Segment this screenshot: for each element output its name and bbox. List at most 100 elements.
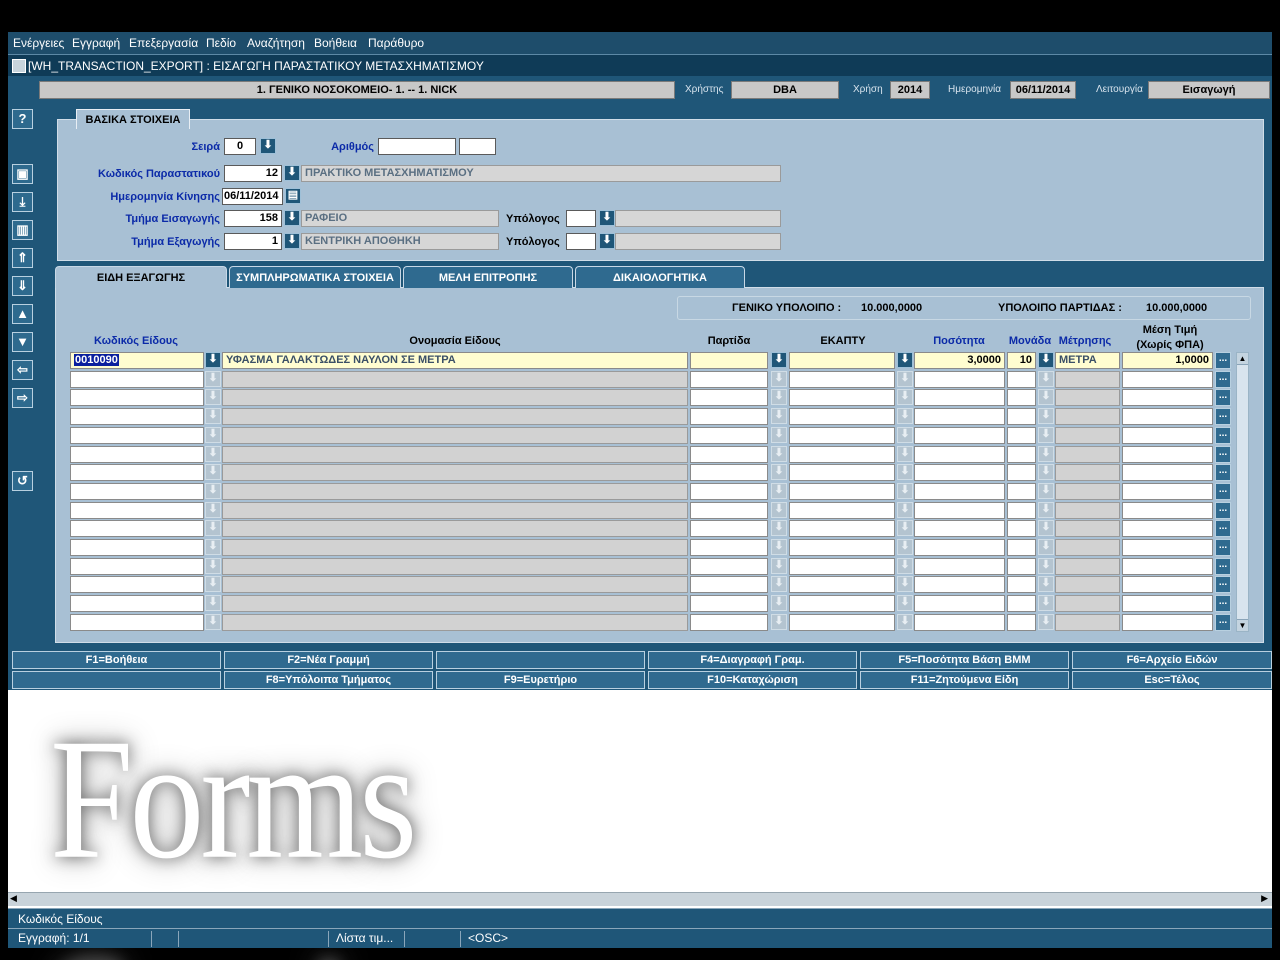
row-ekapty-cell[interactable] [789,501,895,519]
row-price-cell[interactable] [1122,557,1213,575]
import-dept-field[interactable]: 158 [224,210,282,227]
row-price-cell[interactable] [1122,501,1213,519]
row-ekapty-lov-button[interactable]: ⬇ [897,576,913,593]
row-ekapty-cell[interactable] [789,370,895,388]
row-qty-cell[interactable]: 3,0000 [914,352,1005,369]
row-code-cell[interactable] [70,557,204,575]
row-code-cell[interactable] [70,445,204,463]
row-ekapty-lov-button[interactable]: ⬇ [897,557,913,574]
row-code-lov-button[interactable]: ⬇ [205,501,221,518]
row-more-button[interactable]: ... [1215,352,1231,369]
horizontal-scrollbar[interactable]: ◀ ▶ [8,892,1272,906]
row-unit-lov-button[interactable]: ⬇ [1038,557,1054,574]
row-qty-cell[interactable] [914,595,1005,613]
row-unit-lov-button[interactable]: ⬇ [1038,445,1054,462]
row-ekapty-lov-button[interactable]: ⬇ [897,389,913,406]
row-code-cell[interactable] [70,520,204,538]
row-ekapty-lov-button[interactable]: ⬇ [897,539,913,555]
row-batch-cell[interactable] [690,595,768,613]
row-code-lov-button[interactable]: ⬇ [205,576,221,593]
tab-documents[interactable]: ΔΙΚΑΙΟΛΟΓΗΤΙΚΑ [575,266,745,288]
row-more-button[interactable]: ... [1215,464,1231,482]
row-more-button[interactable]: ... [1215,557,1231,575]
row-price-cell[interactable] [1122,389,1213,407]
row-batch-lov-button[interactable]: ⬇ [771,520,787,537]
calendar-button[interactable]: ▤ [285,188,301,204]
row-unit-code-cell[interactable] [1007,557,1036,575]
row-qty-cell[interactable] [914,389,1005,407]
row-batch-cell[interactable] [690,426,768,444]
row-batch-lov-button[interactable]: ⬇ [771,539,787,555]
scroll-right-icon[interactable]: ▶ [1261,893,1268,904]
row-code-lov-button[interactable]: ⬇ [205,408,221,425]
row-more-button[interactable]: ... [1215,613,1231,631]
row-batch-cell[interactable] [690,557,768,575]
row-code-cell[interactable] [70,370,204,388]
row-ekapty-lov-button[interactable]: ⬇ [897,464,913,481]
row-ekapty-lov-button[interactable]: ⬇ [897,408,913,425]
row-batch-lov-button[interactable]: ⬇ [771,426,787,443]
import-responsible-field[interactable] [566,210,596,227]
menu-edit[interactable]: Επεξεργασία [129,36,198,50]
row-more-button[interactable]: ... [1215,408,1231,426]
menu-window[interactable]: Παράθυρο [368,36,424,50]
series-lov-button[interactable]: ⬇ [260,138,276,154]
row-unit-lov-button[interactable]: ⬇ [1038,576,1054,593]
menu-field[interactable]: Πεδίο [206,36,236,50]
row-batch-cell[interactable] [690,408,768,426]
row-ekapty-cell[interactable] [789,520,895,538]
row-batch-cell[interactable] [690,613,768,631]
last-record-button[interactable]: ⇓ [12,276,33,296]
row-batch-lov-button[interactable]: ⬇ [771,501,787,518]
row-unit-code-cell[interactable] [1007,595,1036,613]
row-unit-code-cell[interactable] [1007,613,1036,631]
number-field[interactable] [378,138,456,155]
row-code-lov-button[interactable]: ⬇ [205,595,221,612]
fkey-f2[interactable]: F2=Νέα Γραμμή [224,651,433,669]
row-unit-code-cell[interactable] [1007,501,1036,519]
row-code-lov-button[interactable]: ⬇ [205,370,221,387]
doc-code-lov-button[interactable]: ⬇ [284,165,300,181]
tab-committee[interactable]: ΜΕΛΗ ΕΠΙΤΡΟΠΗΣ [403,266,573,288]
fkey-f4[interactable]: F4=Διαγραφή Γραμ. [648,651,857,669]
row-unit-lov-button[interactable]: ⬇ [1038,408,1054,425]
row-price-cell[interactable] [1122,445,1213,463]
row-batch-lov-button[interactable]: ⬇ [771,408,787,425]
row-code-cell[interactable] [70,482,204,500]
row-code-lov-button[interactable]: ⬇ [205,389,221,406]
row-ekapty-cell[interactable] [789,464,895,482]
fkey-f1[interactable]: F1=Βοήθεια [12,651,221,669]
row-ekapty-cell[interactable] [789,539,895,556]
row-code-cell[interactable] [70,576,204,594]
row-qty-cell[interactable] [914,482,1005,500]
row-batch-cell[interactable] [690,539,768,556]
row-batch-cell[interactable] [690,445,768,463]
row-price-cell[interactable] [1122,613,1213,631]
row-more-button[interactable]: ... [1215,501,1231,519]
row-ekapty-cell[interactable] [789,557,895,575]
row-ekapty-lov-button[interactable]: ⬇ [897,352,913,368]
row-qty-cell[interactable] [914,464,1005,482]
row-unit-lov-button[interactable]: ⬇ [1038,501,1054,518]
fkey-f8[interactable]: F8=Υπόλοιπα Τμήματος [224,671,433,689]
row-batch-cell[interactable] [690,389,768,407]
menu-help[interactable]: Βοήθεια [314,36,357,50]
row-qty-cell[interactable] [914,370,1005,388]
row-code-lov-button[interactable]: ⬇ [205,520,221,537]
row-unit-lov-button[interactable]: ⬇ [1038,520,1054,537]
tab-supplementary[interactable]: ΣΥΜΠΛΗΡΩΜΑΤΙΚΑ ΣΤΟΙΧΕΙΑ [229,266,401,288]
row-unit-lov-button[interactable]: ⬇ [1038,426,1054,443]
row-more-button[interactable]: ... [1215,595,1231,613]
row-batch-lov-button[interactable]: ⬇ [771,464,787,481]
import-dept-lov-button[interactable]: ⬇ [284,210,300,226]
row-unit-code-cell[interactable] [1007,539,1036,556]
row-batch-lov-button[interactable]: ⬇ [771,482,787,499]
scroll-up-icon[interactable]: ▲ [1237,353,1248,365]
rows-scrollbar[interactable]: ▲ ▼ [1236,352,1249,632]
row-price-cell[interactable] [1122,576,1213,594]
row-unit-lov-button[interactable]: ⬇ [1038,389,1054,406]
row-unit-lov-button[interactable]: ⬇ [1038,352,1054,368]
row-code-cell[interactable] [70,389,204,407]
row-ekapty-lov-button[interactable]: ⬇ [897,445,913,462]
row-unit-code-cell[interactable] [1007,389,1036,407]
